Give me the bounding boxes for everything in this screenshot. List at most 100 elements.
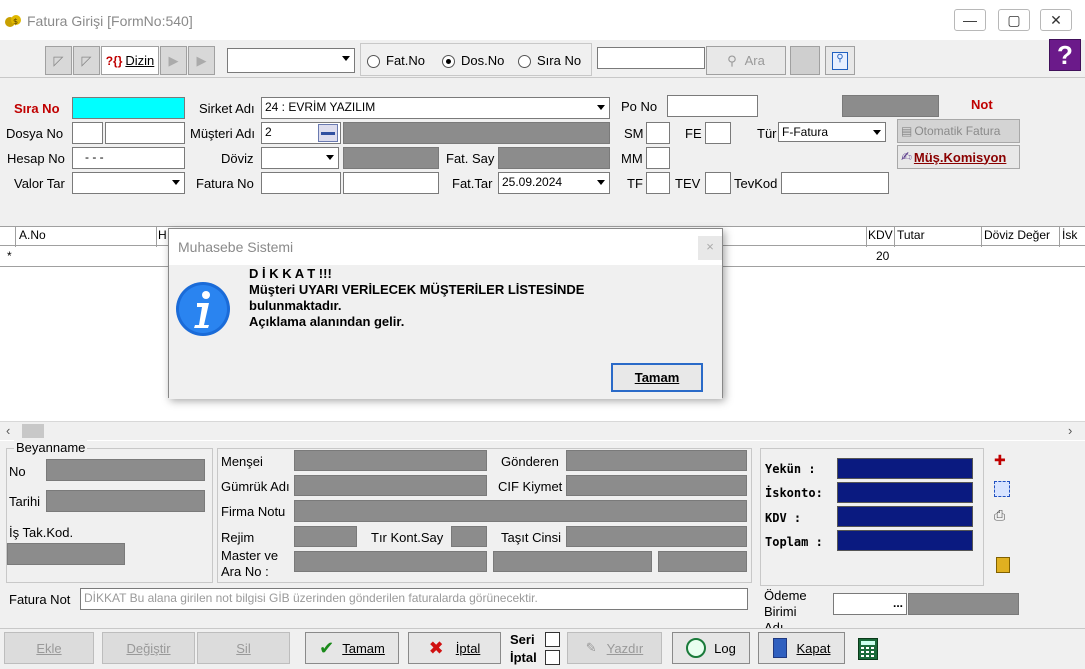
odeme-birimi-name-field (908, 593, 1019, 615)
kapat-button[interactable]: Kapat (758, 632, 845, 664)
dosya-no-label: Dosya No (6, 126, 64, 141)
sirket-adi-combo[interactable]: 24 : EVRİM YAZILIM (261, 97, 610, 119)
seri-label: Seri (510, 632, 535, 647)
blank-toolbar-button[interactable] (790, 46, 820, 75)
horizontal-scrollbar[interactable]: ‹ › (0, 421, 1085, 440)
dialog-ok-button[interactable]: Tamam (611, 363, 703, 392)
tevkod-field[interactable] (781, 172, 889, 194)
col-doviz-deger[interactable]: Döviz Değer (984, 228, 1050, 242)
col-tutar[interactable]: Tutar (897, 228, 925, 242)
dizin-button[interactable]: ?{} Dizin (101, 46, 159, 75)
prev-record-button[interactable]: ◸ (73, 46, 100, 75)
dosya-no-field[interactable] (105, 122, 185, 144)
info-icon (175, 281, 231, 337)
tur-combo[interactable]: F-Fatura (778, 122, 886, 142)
doviz-combo[interactable] (261, 147, 339, 169)
col-kdv[interactable]: KDV (868, 228, 893, 242)
title-bar: $ Fatura Girişi [FormNo:540] — ▢ ✕ (0, 0, 1085, 40)
row-kdv-cell[interactable]: 20 (876, 249, 889, 263)
fatura-no-prefix-field[interactable] (261, 172, 341, 194)
close-button[interactable]: ✕ (1040, 9, 1072, 31)
sirket-adi-value: 24 : EVRİM YAZILIM (265, 100, 376, 114)
search-input[interactable] (597, 47, 705, 69)
maximize-button[interactable]: ▢ (998, 9, 1030, 31)
scroll-right-icon[interactable]: › (1068, 423, 1072, 438)
is-tak-kod-label: İş Tak.Kod. (9, 525, 74, 540)
sm-field[interactable] (646, 122, 670, 144)
iptal-checkbox[interactable] (545, 650, 560, 665)
next-record-button[interactable]: ▶ (160, 46, 187, 75)
sira-no-field[interactable] (72, 97, 185, 119)
scroll-left-icon[interactable]: ‹ (6, 423, 10, 438)
radio-fatno-label[interactable]: Fat.No (386, 53, 425, 68)
radio-fatno[interactable] (367, 55, 380, 68)
dialog-title-bar: Muhasebe Sistemi × (169, 229, 722, 265)
window-title: Fatura Girişi [FormNo:540] (27, 13, 193, 29)
musteri-lookup-icon[interactable] (318, 124, 338, 142)
odeme-lookup-button[interactable]: ... (893, 596, 903, 610)
mm-field[interactable] (646, 147, 670, 169)
beyanname-title: Beyanname (14, 440, 88, 455)
tur-value: F-Fatura (782, 125, 829, 139)
fatura-not-input[interactable]: DİKKAT Bu alana girilen not bilgisi GİB … (80, 588, 748, 610)
radio-dosno-label[interactable]: Dos.No (461, 53, 504, 68)
document-stack-icon: ▤ (901, 124, 913, 138)
tev-field[interactable] (705, 172, 731, 194)
master-field-2 (493, 551, 652, 572)
fatura-not-label: Fatura Not (9, 592, 71, 607)
not-gray-field (842, 95, 939, 117)
dialog-close-button[interactable]: × (698, 236, 722, 260)
tf-field[interactable] (646, 172, 670, 194)
radio-sirano[interactable] (518, 55, 531, 68)
mus-komisyon-button[interactable]: ✍ Müş.Komisyon (897, 145, 1020, 169)
radio-dosno[interactable] (442, 55, 455, 68)
help-button[interactable]: ? (1049, 39, 1081, 71)
first-record-button[interactable]: ◸ (45, 46, 72, 75)
ekle-button[interactable]: Ekle (4, 632, 94, 664)
beyanname-no-field (46, 459, 205, 481)
gumruk-adi-label: Gümrük Adı (221, 479, 290, 494)
fe-field[interactable] (705, 122, 731, 144)
yazdir-button[interactable]: ✎ Yazdır (567, 632, 662, 664)
fatura-no-field[interactable] (343, 172, 439, 194)
print-icon[interactable]: ⎙ (994, 507, 1012, 525)
first-arrow-icon: ◸ (53, 52, 64, 68)
odeme-birimi-field[interactable]: ... (833, 593, 907, 615)
dialog-body: D İ K K A T !!! Müşteri UYARI VERİLECEK … (169, 265, 722, 399)
odeme-label-2: Birimi (764, 604, 797, 619)
col-isk[interactable]: İsk (1062, 228, 1077, 242)
mus-komisyon-label: Müş.Komisyon (913, 149, 1007, 165)
yazdir-label: Yazdır (606, 640, 644, 656)
last-arrow-icon: ▶ (196, 52, 207, 68)
select-frame-icon[interactable] (994, 481, 1010, 497)
iptal-button[interactable]: ✖ İptal (408, 632, 501, 664)
valor-tar-combo[interactable] (72, 172, 185, 194)
po-no-field[interactable] (667, 95, 758, 117)
sil-button[interactable]: Sil (197, 632, 290, 664)
search-button[interactable]: ⚲ Ara (706, 46, 786, 75)
last-record-button[interactable]: ▶ (188, 46, 215, 75)
minimize-button[interactable]: — (954, 9, 986, 31)
hesap-no-field[interactable]: - - - (72, 147, 185, 169)
log-button[interactable]: Log (672, 632, 750, 664)
iskonto-field (837, 482, 973, 503)
tamam-button[interactable]: ✔ Tamam (305, 632, 399, 664)
zoom-button[interactable]: ⚲ (825, 46, 855, 75)
search-field-combo[interactable] (227, 48, 355, 73)
col-a-no[interactable]: A.No (19, 228, 46, 242)
yekun-field (837, 458, 973, 479)
calculator-icon[interactable] (858, 638, 878, 660)
add-document-icon[interactable]: ✚ (994, 452, 1012, 470)
dosya-no-prefix-field[interactable] (72, 122, 103, 144)
degistir-button[interactable]: Değiştir (102, 632, 195, 664)
close-icon: ✕ (1050, 11, 1062, 28)
kdv-total-field (837, 506, 973, 527)
seri-checkbox[interactable] (545, 632, 560, 647)
fat-tar-combo[interactable]: 25.09.2024 (498, 172, 610, 194)
otomatik-fatura-button[interactable]: ▤ Otomatik Fatura (897, 119, 1020, 143)
list-icon[interactable] (996, 557, 1010, 573)
sirket-adi-label: Sirket Adı (199, 101, 255, 116)
col-h[interactable]: H (158, 228, 167, 242)
radio-sirano-label[interactable]: Sıra No (537, 53, 581, 68)
scroll-thumb[interactable] (22, 424, 44, 438)
